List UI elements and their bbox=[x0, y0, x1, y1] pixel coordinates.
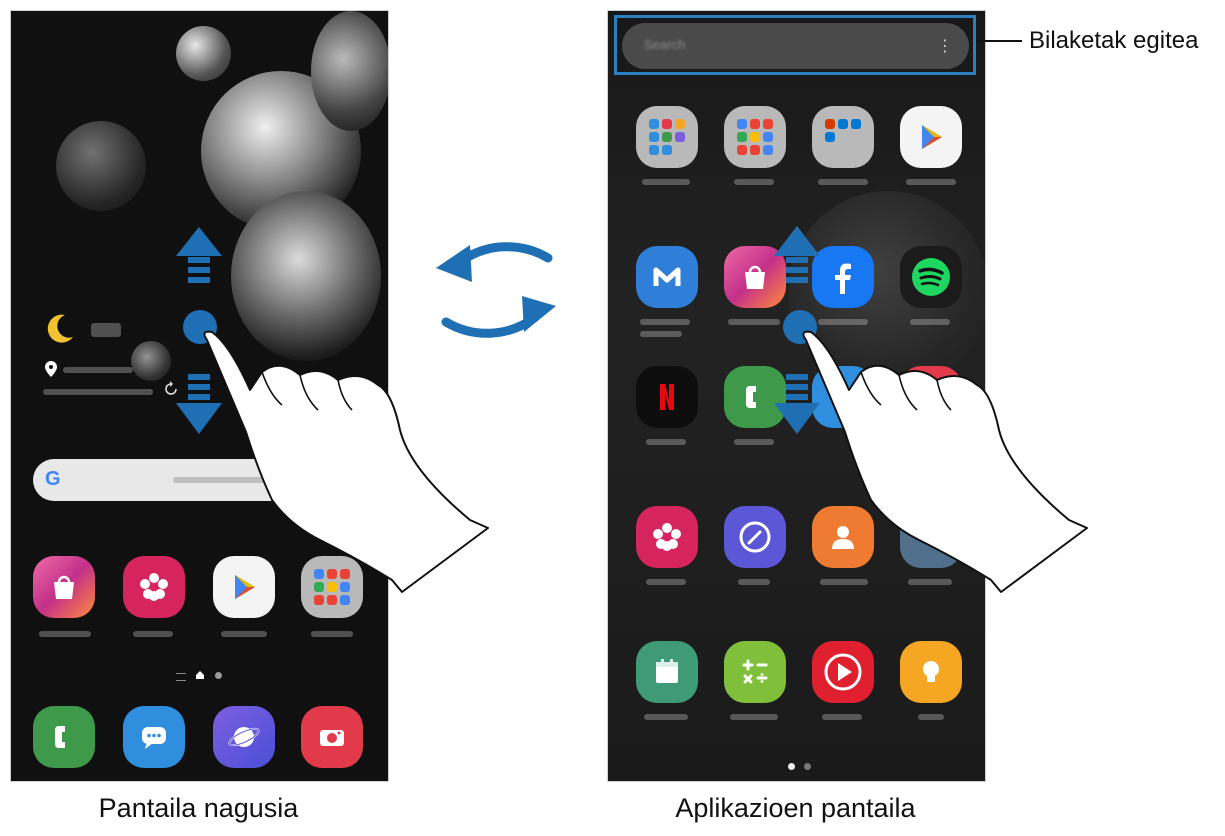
app-label-blur bbox=[39, 631, 91, 637]
refresh-icon[interactable] bbox=[163, 381, 179, 397]
location-pin-icon bbox=[45, 361, 57, 377]
circular-switch-arrows-icon bbox=[436, 242, 556, 338]
tips-icon[interactable] bbox=[900, 641, 962, 703]
play-store-icon[interactable] bbox=[213, 556, 275, 618]
app-label-blur bbox=[730, 714, 778, 720]
video-player-icon[interactable] bbox=[812, 641, 874, 703]
messages-icon[interactable] bbox=[123, 706, 185, 768]
search-placeholder-blur bbox=[173, 477, 283, 483]
facebook-icon[interactable] bbox=[812, 246, 874, 308]
weather-temp-blur bbox=[91, 323, 121, 337]
spotify-icon[interactable] bbox=[900, 246, 962, 308]
apps-screen-phone: Search ⋮ bbox=[607, 10, 986, 782]
app-label-blur bbox=[908, 579, 952, 585]
app-label-blur bbox=[822, 714, 862, 720]
wallpaper-bubble bbox=[231, 191, 381, 361]
google-search-bar[interactable]: G bbox=[33, 459, 373, 501]
app-label-blur bbox=[133, 631, 173, 637]
home-screen-caption: Pantaila nagusia bbox=[98, 793, 299, 823]
netflix-icon[interactable] bbox=[636, 366, 698, 428]
clock-icon[interactable] bbox=[724, 506, 786, 568]
play-store-icon[interactable] bbox=[900, 106, 962, 168]
app-label-blur bbox=[642, 179, 690, 185]
app-label-blur bbox=[646, 579, 686, 585]
app-label-blur bbox=[311, 631, 353, 637]
samsung-members-icon[interactable] bbox=[636, 246, 698, 308]
galaxy-store-icon[interactable] bbox=[33, 556, 95, 618]
app-label-blur bbox=[820, 579, 868, 585]
wallpaper-bubble bbox=[311, 11, 388, 131]
app-label-blur bbox=[221, 631, 267, 637]
moon-icon bbox=[47, 314, 73, 343]
home-dot-icon[interactable] bbox=[195, 670, 205, 680]
page-dot[interactable] bbox=[804, 763, 811, 770]
app-label-blur bbox=[818, 319, 868, 325]
google-g-icon: G bbox=[45, 468, 61, 490]
page-dot-icon[interactable] bbox=[215, 672, 222, 679]
samsung-folder-icon[interactable] bbox=[636, 106, 698, 168]
phone-icon[interactable] bbox=[33, 706, 95, 768]
location-blur bbox=[63, 367, 133, 373]
app-label-blur bbox=[734, 179, 774, 185]
gallery-icon[interactable] bbox=[636, 506, 698, 568]
gallery-icon[interactable] bbox=[123, 556, 185, 618]
page-dot-active[interactable] bbox=[788, 763, 795, 770]
callout-label: Bilaketak egitea bbox=[1029, 27, 1199, 54]
app-label-blur bbox=[910, 319, 950, 325]
galaxy-store-icon[interactable] bbox=[724, 246, 786, 308]
google-folder-icon[interactable] bbox=[301, 556, 363, 618]
apps-screen-caption: Aplikazioen pantaila bbox=[675, 793, 916, 823]
search-highlight-frame bbox=[614, 15, 976, 75]
app-label-blur bbox=[734, 439, 774, 445]
youtube-music-icon[interactable] bbox=[900, 366, 962, 428]
calendar-icon[interactable] bbox=[636, 641, 698, 703]
app-label-blur bbox=[640, 319, 690, 325]
settings-icon[interactable] bbox=[900, 506, 962, 568]
app-label-blur bbox=[918, 714, 944, 720]
contacts-icon[interactable] bbox=[812, 506, 874, 568]
app-label-blur bbox=[644, 714, 688, 720]
phone-icon[interactable] bbox=[724, 366, 786, 428]
app-label-blur bbox=[646, 439, 686, 445]
calculator-icon[interactable] bbox=[724, 641, 786, 703]
home-screen-phone: G bbox=[10, 10, 389, 782]
google-folder-icon[interactable] bbox=[724, 106, 786, 168]
camera-icon[interactable] bbox=[301, 706, 363, 768]
internet-icon[interactable] bbox=[213, 706, 275, 768]
app-label-blur bbox=[818, 179, 868, 185]
wallpaper-bubble bbox=[56, 121, 146, 211]
app-label-blur bbox=[640, 331, 682, 337]
app-label-blur bbox=[728, 319, 780, 325]
apps-list-icon[interactable] bbox=[176, 673, 186, 681]
callout-line bbox=[976, 40, 1022, 42]
app-label-blur bbox=[738, 579, 770, 585]
microsoft-folder-icon[interactable] bbox=[812, 106, 874, 168]
messages-icon[interactable] bbox=[812, 366, 874, 428]
wallpaper-bubble bbox=[131, 341, 171, 381]
updated-blur bbox=[43, 389, 153, 395]
wallpaper-bubble bbox=[176, 26, 231, 81]
app-label-blur bbox=[906, 179, 956, 185]
